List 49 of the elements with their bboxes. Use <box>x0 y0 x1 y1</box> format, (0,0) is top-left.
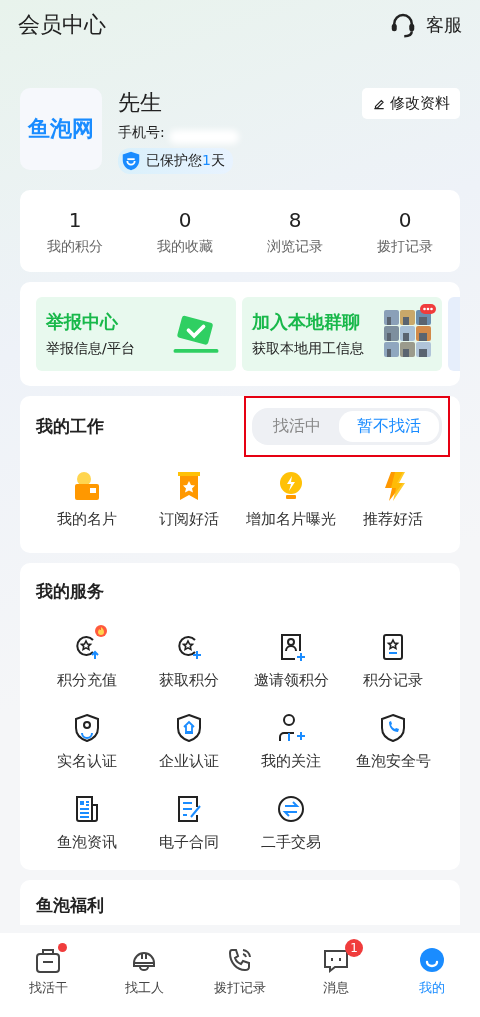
smiley-avatar-icon <box>417 945 447 975</box>
service-item[interactable]: 积分充值 <box>36 623 138 690</box>
feature-item[interactable]: 增加名片曝光 <box>240 470 342 529</box>
unread-count: 1 <box>345 939 363 957</box>
stat-value[interactable]: 0 <box>398 208 412 232</box>
service-item[interactable]: 鱼泡安全号 <box>342 704 444 771</box>
tab[interactable]: 找工人 <box>110 937 178 997</box>
page-title: 会员中心 <box>18 11 106 39</box>
shield-icon <box>120 150 142 172</box>
service-item[interactable]: 积分记录 <box>342 623 444 690</box>
banner-title: 加入本地群聊 <box>252 310 361 334</box>
tab[interactable]: 我的 <box>403 937 461 997</box>
stat-label[interactable]: 浏览记录 <box>267 238 323 256</box>
banner-title: 举报中心 <box>46 310 119 334</box>
promo-banner[interactable]: 举报中心 举报信息/平台 <box>36 297 236 371</box>
section-title: 我的服务 <box>36 579 104 603</box>
stat-value[interactable]: 1 <box>68 208 82 232</box>
service-item[interactable]: 电子合同 <box>138 785 240 852</box>
exchange-arrows-icon <box>275 793 307 825</box>
service-item[interactable]: 鱼泡资讯 <box>36 785 138 852</box>
section-title: 鱼泡福利 <box>36 895 104 915</box>
tab[interactable]: 拨打记录 <box>200 937 280 997</box>
tab[interactable]: 1 消息 <box>307 937 365 997</box>
tab[interactable]: 找活干 <box>14 937 82 997</box>
section-title: 我的工作 <box>36 414 104 438</box>
phone-label: 手机号: <box>118 124 165 142</box>
stat-value[interactable]: 8 <box>288 208 302 232</box>
protection-text: 已保护您1天 <box>146 152 225 170</box>
stat-value[interactable]: 0 <box>178 208 192 232</box>
promo-banner[interactable]: 加入本地群聊 获取本地用工信息 <box>242 297 442 371</box>
service-item[interactable]: 二手交易 <box>240 785 342 852</box>
chat-bubble-icon <box>420 304 436 314</box>
app-logo: 鱼泡网 <box>20 88 102 170</box>
service-item[interactable]: 我的关注 <box>240 704 342 771</box>
customer-service-button[interactable]: 客服 <box>388 10 462 40</box>
banner-subtitle: 获取本地用工信息 <box>252 340 364 358</box>
feature-item[interactable]: 我的名片 <box>36 470 138 529</box>
user-name: 先生 <box>118 89 163 117</box>
stat-label[interactable]: 我的收藏 <box>157 238 213 256</box>
edit-profile-button[interactable]: 修改资料 <box>362 88 460 119</box>
service-item[interactable]: 获取积分 <box>138 623 240 690</box>
stat-label[interactable]: 拨打记录 <box>377 238 433 256</box>
service-item[interactable]: 实名认证 <box>36 704 138 771</box>
stat-label[interactable]: 我的积分 <box>47 238 103 256</box>
service-item[interactable]: 企业认证 <box>138 704 240 771</box>
service-item[interactable]: 邀请领积分 <box>240 623 342 690</box>
feature-item[interactable]: 订阅好活 <box>138 470 240 529</box>
banner-subtitle: 举报信息/平台 <box>46 340 135 358</box>
feature-item[interactable]: 推荐好活 <box>342 470 444 529</box>
